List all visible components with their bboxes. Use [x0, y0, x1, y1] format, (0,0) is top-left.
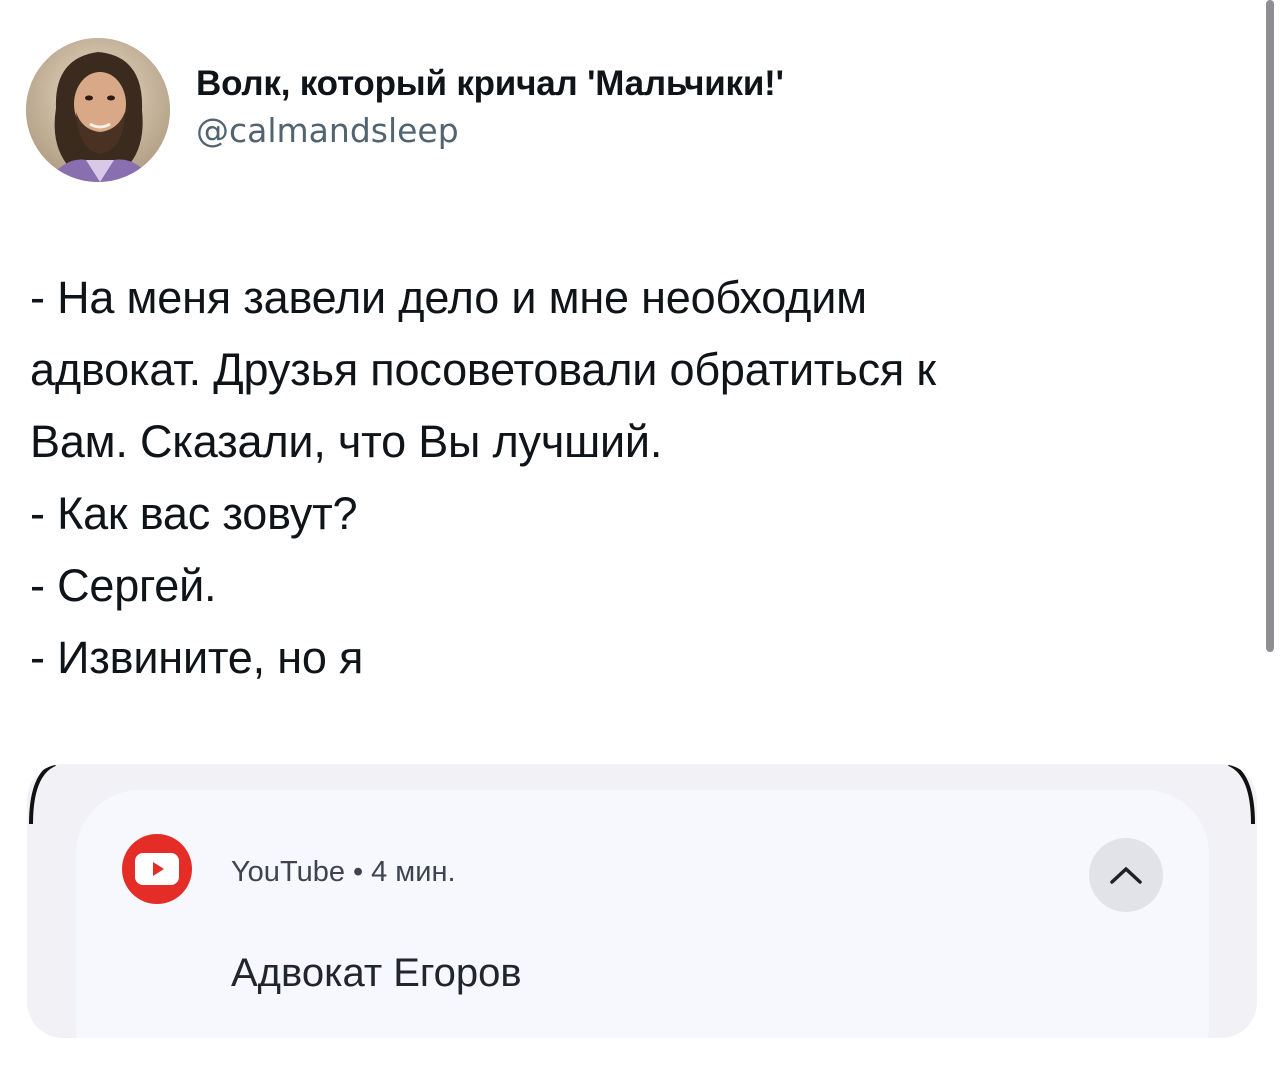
notification-app-name: YouTube	[231, 856, 345, 888]
phone-frame-edge-right	[1228, 764, 1255, 824]
scrollbar[interactable]	[1266, 0, 1274, 652]
author-names: Волк, который кричал 'Мальчики!' @calman…	[196, 62, 784, 152]
tweet-text-line: - Как вас зовут?	[30, 488, 358, 539]
notification-expand-button[interactable]	[1089, 838, 1163, 912]
tweet-media-image[interactable]: YouTube • 4 мин. Адвокат Егоров	[27, 764, 1257, 1038]
tweet-text-line: Вам. Сказали, что Вы лучший.	[30, 416, 663, 467]
tweet-text-line: - Сергей.	[30, 560, 217, 611]
author-handle[interactable]: @calmandsleep	[196, 110, 784, 152]
bearded-man-avatar-icon	[26, 38, 170, 182]
notification-separator: •	[352, 856, 364, 888]
tweet-text: - На меня завели дело и мне необходим ад…	[30, 262, 1230, 694]
tweet-text-line: адвокат. Друзья посоветовали обратиться …	[30, 344, 936, 395]
author-display-name[interactable]: Волк, который кричал 'Мальчики!'	[196, 62, 784, 106]
phone-frame-edge-left	[29, 764, 56, 824]
tweet-header: Волк, который кричал 'Мальчики!' @calman…	[26, 38, 784, 182]
avatar[interactable]	[26, 38, 170, 182]
tweet-text-line: - Извините, но я	[30, 632, 364, 683]
notification-title: Адвокат Егоров	[231, 951, 522, 995]
tweet-text-line: - На меня завели дело и мне необходим	[30, 272, 867, 323]
notification-time: 4 мин.	[371, 856, 456, 888]
youtube-icon	[122, 834, 192, 904]
notification-meta: YouTube • 4 мин.	[231, 854, 456, 890]
notification-card	[76, 790, 1209, 1038]
chevron-up-icon	[1110, 867, 1142, 884]
